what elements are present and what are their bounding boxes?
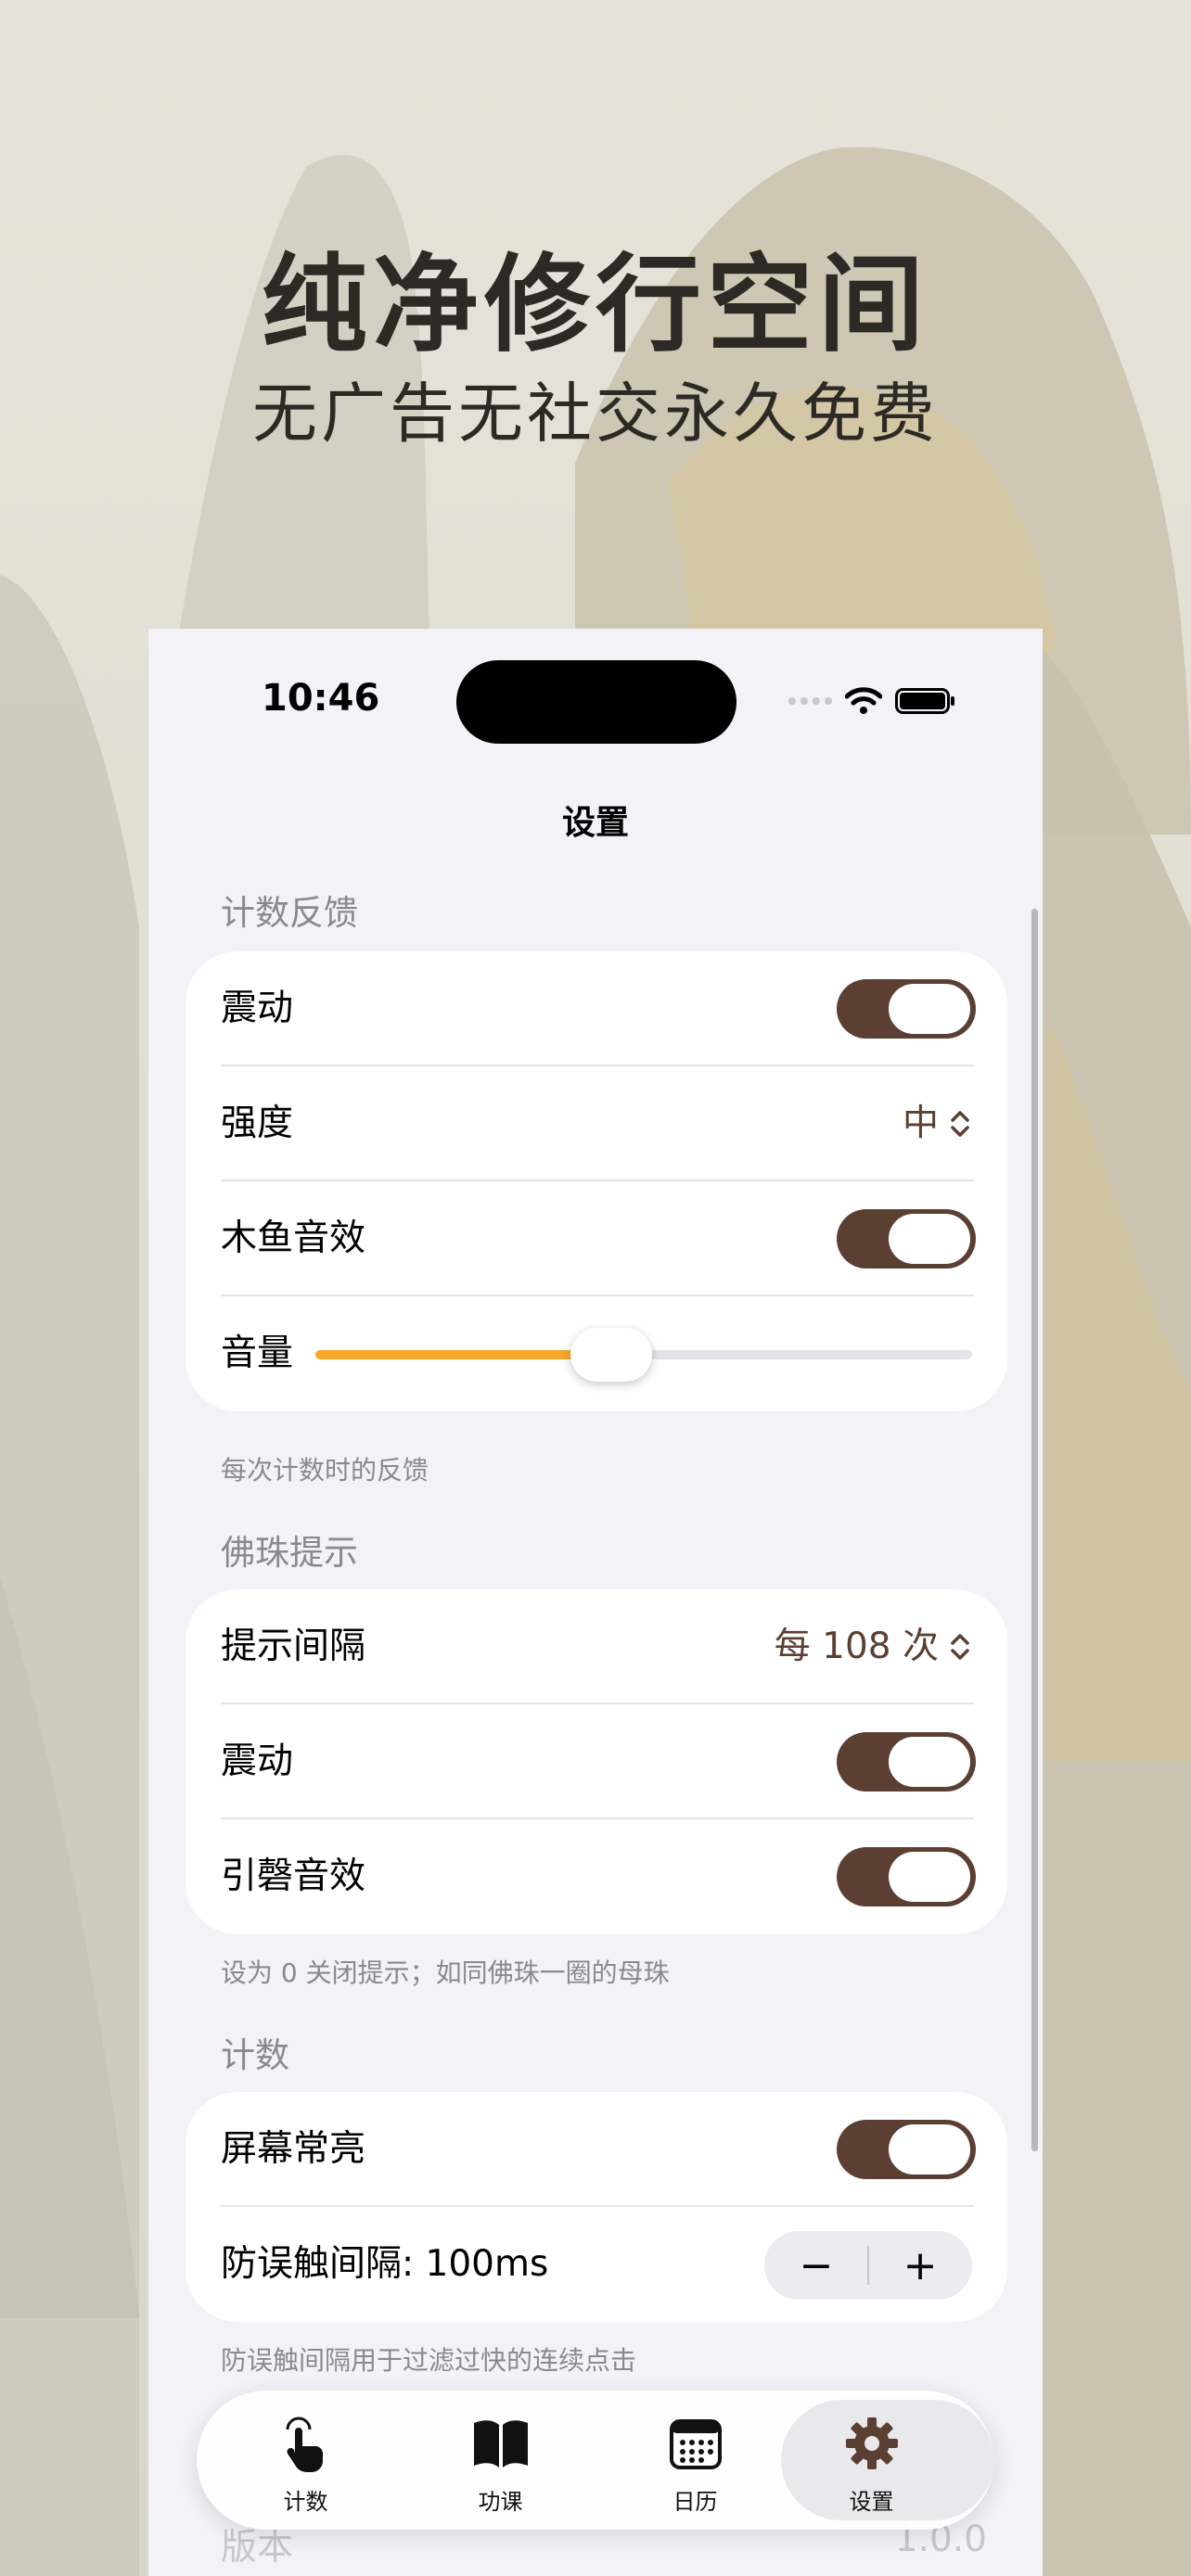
tab-settings-label: 设置 xyxy=(849,2489,894,2515)
feedback-footnote: 每次计数时的反馈 xyxy=(221,1455,429,1486)
promo-subline: 无广告无社交永久免费 xyxy=(252,376,939,452)
volume-slider-thumb[interactable] xyxy=(570,1328,652,1382)
debounce-label: 防误触间隔: 100ms xyxy=(221,2243,549,2285)
beads-footnote: 设为 0 关闭提示；如同佛珠一圈的母珠 xyxy=(221,1958,670,1988)
gear-icon xyxy=(845,2417,898,2469)
tap-hand-icon xyxy=(286,2417,323,2472)
chevron-up-down-icon xyxy=(951,1111,969,1137)
muyu-row: 木鱼音效 xyxy=(186,1181,1007,1296)
battery-icon xyxy=(895,688,954,714)
feedback-card: 震动 强度 中 木鱼音效 音量 xyxy=(186,951,1007,1411)
volume-slider-fill xyxy=(315,1350,611,1359)
intensity-value: 中 xyxy=(902,1103,939,1144)
page-title: 设置 xyxy=(561,804,629,842)
tab-count[interactable]: 计数 xyxy=(206,2391,405,2530)
scrollbar[interactable] xyxy=(1031,909,1038,2151)
book-icon xyxy=(473,2420,528,2468)
wifi-icon xyxy=(845,687,882,714)
status-icons xyxy=(788,682,956,720)
vibration-toggle[interactable] xyxy=(837,979,976,1039)
tab-bar: 计数 功课 日历 设置 xyxy=(197,2391,994,2530)
bell-row: 引磬音效 xyxy=(186,1819,1007,1934)
phone-screen: 10:46 设置 计数反馈 震动 强度 中 木鱼音效 音量 每次计数时的反馈 佛… xyxy=(148,629,1043,2576)
dynamic-island xyxy=(456,660,736,744)
count-footnote: 防误触间隔用于过滤过快的连续点击 xyxy=(221,2345,637,2376)
interval-value: 每 108 次 xyxy=(774,1626,939,1667)
promo-headline: 纯净修行空间 xyxy=(261,242,929,366)
debounce-row: 防误触间隔: 100ms − + xyxy=(186,2207,1007,2322)
interval-picker[interactable]: 每 108 次 xyxy=(775,1589,970,1704)
minus-icon: − xyxy=(799,2241,834,2289)
vibration-row: 震动 xyxy=(186,951,1007,1066)
signal-icon xyxy=(788,697,832,705)
interval-row[interactable]: 提示间隔 每 108 次 xyxy=(186,1589,1007,1704)
volume-row: 音量 xyxy=(186,1296,1007,1411)
interval-label: 提示间隔 xyxy=(221,1626,366,1667)
status-time: 10:46 xyxy=(262,677,380,720)
bell-toggle[interactable] xyxy=(837,1847,976,1906)
screen-on-toggle[interactable] xyxy=(837,2120,976,2179)
tab-lessons[interactable]: 功课 xyxy=(401,2391,600,2530)
decrement-button[interactable]: − xyxy=(764,2231,868,2300)
beads-card: 提示间隔 每 108 次 震动 引磬音效 xyxy=(186,1589,1007,1934)
section-header-count: 计数 xyxy=(221,2035,289,2075)
debounce-stepper: − + xyxy=(764,2231,972,2300)
version-label: 版本 xyxy=(221,2527,294,2569)
screen-on-label: 屏幕常亮 xyxy=(221,2128,366,2170)
bell-label: 引磬音效 xyxy=(221,1855,366,1897)
chevron-up-down-icon xyxy=(951,1634,969,1660)
bead-vibration-row: 震动 xyxy=(186,1704,1007,1819)
bead-vibration-label: 震动 xyxy=(221,1741,294,1782)
bead-vibration-toggle[interactable] xyxy=(837,1732,976,1792)
vibration-label: 震动 xyxy=(221,988,294,1029)
tab-settings[interactable]: 设置 xyxy=(772,2391,994,2530)
calendar-icon xyxy=(669,2419,722,2469)
muyu-toggle[interactable] xyxy=(837,1209,976,1269)
muyu-label: 木鱼音效 xyxy=(221,1218,366,1259)
section-header-feedback: 计数反馈 xyxy=(221,893,358,933)
count-card: 屏幕常亮 防误触间隔: 100ms − + xyxy=(186,2092,1007,2322)
screen-on-row: 屏幕常亮 xyxy=(186,2092,1007,2207)
tab-count-label: 计数 xyxy=(283,2489,328,2515)
intensity-row[interactable]: 强度 中 xyxy=(186,1066,1007,1181)
increment-button[interactable]: + xyxy=(868,2231,972,2300)
volume-slider[interactable] xyxy=(315,1328,972,1382)
tab-lessons-label: 功课 xyxy=(478,2489,523,2515)
volume-label: 音量 xyxy=(221,1333,294,1374)
intensity-picker[interactable]: 中 xyxy=(903,1066,970,1181)
plus-icon: + xyxy=(903,2241,938,2289)
tab-calendar[interactable]: 日历 xyxy=(596,2391,795,2530)
tab-calendar-label: 日历 xyxy=(672,2489,718,2515)
intensity-label: 强度 xyxy=(221,1103,294,1144)
section-header-beads: 佛珠提示 xyxy=(221,1533,358,1573)
